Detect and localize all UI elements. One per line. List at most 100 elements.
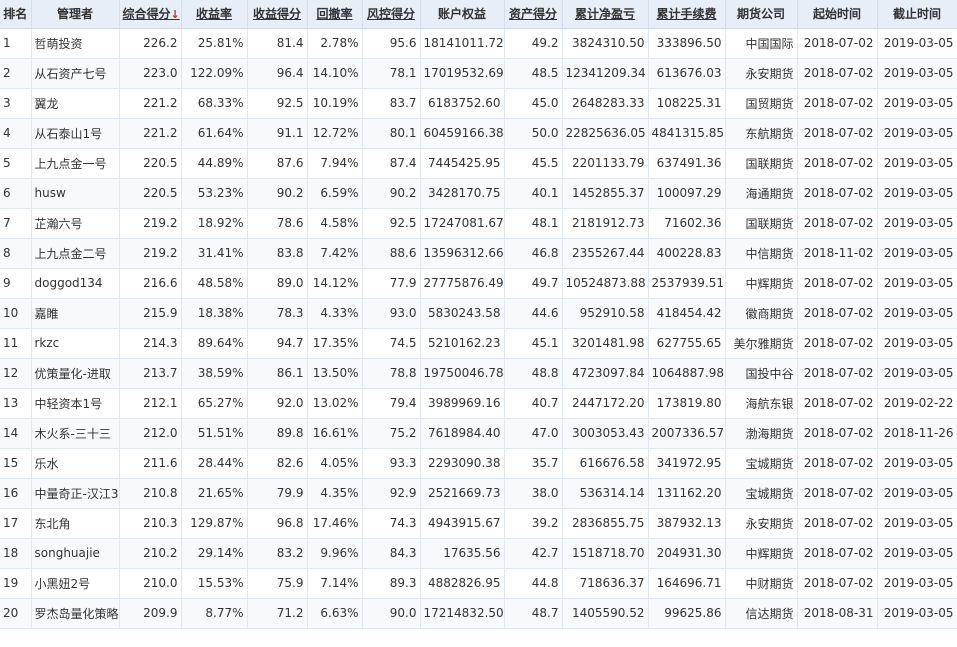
- cell-return-rate: 38.59%: [181, 358, 248, 389]
- cell-return-score: 83.2: [247, 538, 308, 569]
- cell-end: 2019-03-05: [877, 268, 957, 299]
- cell-drawdown: 14.10%: [307, 58, 363, 89]
- cell-net-pnl: 2836855.75: [562, 508, 649, 539]
- cell-composite: 211.6: [119, 448, 182, 479]
- cell-start: 2018-07-02: [797, 508, 878, 539]
- cell-manager: songhuajie: [31, 538, 120, 569]
- cell-drawdown: 2.78%: [307, 28, 363, 59]
- cell-start: 2018-07-02: [797, 388, 878, 419]
- cell-net-pnl: 3201481.98: [562, 328, 649, 359]
- cell-return-score: 92.0: [247, 388, 308, 419]
- table-row: 10 嘉睢 215.9 18.38% 78.3 4.33% 93.0 5830243.58 44…: [0, 298, 957, 329]
- cell-asset-score: 45.0: [504, 88, 563, 119]
- column-header-equity: 账户权益: [420, 0, 505, 29]
- cell-start: 2018-07-02: [797, 58, 878, 89]
- cell-drawdown: 9.96%: [307, 538, 363, 569]
- cell-return-score: 89.0: [247, 268, 308, 299]
- cell-rank: 11: [0, 328, 32, 359]
- cell-drawdown: 17.46%: [307, 508, 363, 539]
- column-header-composite[interactable]: 综合得分↓: [119, 0, 182, 29]
- cell-net-pnl: 3824310.50: [562, 28, 649, 59]
- cell-return-rate: 21.65%: [181, 478, 248, 509]
- cell-composite: 219.2: [119, 208, 182, 239]
- cell-net-pnl: 1452855.37: [562, 178, 649, 209]
- cell-equity: 7445425.95: [420, 148, 505, 179]
- cell-end: 2019-03-05: [877, 58, 957, 89]
- column-header-return-score[interactable]: 收益得分: [247, 0, 308, 29]
- cell-net-pnl: 12341209.34: [562, 58, 649, 89]
- cell-end: 2019-03-05: [877, 178, 957, 209]
- cell-return-rate: 31.41%: [181, 238, 248, 269]
- column-header-label: 风控得分: [366, 7, 415, 22]
- cell-fees: 204931.30: [648, 538, 726, 569]
- cell-start: 2018-07-02: [797, 178, 878, 209]
- cell-company: 永安期货: [725, 58, 798, 89]
- cell-rank: 1: [0, 28, 32, 59]
- cell-end: 2019-03-05: [877, 598, 957, 629]
- column-header-label: 资产得分: [508, 7, 557, 22]
- cell-start: 2018-07-02: [797, 268, 878, 299]
- column-header-fees[interactable]: 累计手续费: [648, 0, 726, 29]
- column-header-net-pnl[interactable]: 累计净盈亏: [562, 0, 649, 29]
- cell-equity: 6183752.60: [420, 88, 505, 119]
- cell-fees: 2537939.51: [648, 268, 726, 299]
- table-row: 12 优策量化-进取 213.7 38.59% 86.1 13.50% 78.8 197500…: [0, 358, 957, 389]
- cell-asset-score: 40.7: [504, 388, 563, 419]
- cell-manager: 罗杰岛量化策略: [31, 598, 120, 629]
- cell-risk-score: 93.0: [362, 298, 421, 329]
- cell-start: 2018-07-02: [797, 478, 878, 509]
- table-row: 7 芷瀚六号 219.2 18.92% 78.6 4.58% 92.5 17247081.67…: [0, 208, 957, 239]
- cell-fees: 2007336.57: [648, 418, 726, 449]
- cell-rank: 2: [0, 58, 32, 89]
- cell-return-rate: 28.44%: [181, 448, 248, 479]
- column-header-end: 截止时间: [877, 0, 957, 29]
- cell-net-pnl: 1405590.52: [562, 598, 649, 629]
- table-row: 18 songhuajie 210.2 29.14% 83.2 9.96% 84.3 1763…: [0, 538, 957, 569]
- cell-asset-score: 44.8: [504, 568, 563, 599]
- cell-drawdown: 14.12%: [307, 268, 363, 299]
- cell-company: 中信期货: [725, 238, 798, 269]
- cell-fees: 71602.36: [648, 208, 726, 239]
- cell-risk-score: 84.3: [362, 538, 421, 569]
- column-header-risk-score[interactable]: 风控得分: [362, 0, 421, 29]
- column-header-return-rate[interactable]: 收益率: [181, 0, 248, 29]
- cell-drawdown: 4.35%: [307, 478, 363, 509]
- cell-drawdown: 7.94%: [307, 148, 363, 179]
- cell-drawdown: 4.33%: [307, 298, 363, 329]
- table-row: 13 中轻资本1号 212.1 65.27% 92.0 13.02% 79.4 3989969…: [0, 388, 957, 419]
- column-header-asset-score[interactable]: 资产得分: [504, 0, 563, 29]
- cell-fees: 418454.42: [648, 298, 726, 329]
- cell-return-score: 75.9: [247, 568, 308, 599]
- cell-end: 2019-03-05: [877, 148, 957, 179]
- cell-end: 2018-11-26: [877, 418, 957, 449]
- cell-composite: 221.2: [119, 118, 182, 149]
- cell-return-rate: 18.92%: [181, 208, 248, 239]
- table-row: 19 小黑妞2号 210.0 15.53% 75.9 7.14% 89.3 4882826.9…: [0, 568, 957, 599]
- cell-composite: 223.0: [119, 58, 182, 89]
- cell-drawdown: 4.05%: [307, 448, 363, 479]
- column-header-drawdown[interactable]: 回撤率: [307, 0, 363, 29]
- cell-rank: 9: [0, 268, 32, 299]
- cell-return-rate: 44.89%: [181, 148, 248, 179]
- cell-asset-score: 48.1: [504, 208, 563, 239]
- cell-company: 国贸期货: [725, 88, 798, 119]
- cell-asset-score: 38.0: [504, 478, 563, 509]
- cell-composite: 210.2: [119, 538, 182, 569]
- cell-fees: 100097.29: [648, 178, 726, 209]
- cell-risk-score: 74.3: [362, 508, 421, 539]
- cell-equity: 17635.56: [420, 538, 505, 569]
- cell-equity: 19750046.78: [420, 358, 505, 389]
- cell-net-pnl: 22825636.05: [562, 118, 649, 149]
- cell-return-score: 78.6: [247, 208, 308, 239]
- cell-composite: 215.9: [119, 298, 182, 329]
- cell-asset-score: 40.1: [504, 178, 563, 209]
- cell-fees: 341972.95: [648, 448, 726, 479]
- cell-equity: 2521669.73: [420, 478, 505, 509]
- cell-net-pnl: 536314.14: [562, 478, 649, 509]
- column-header-label: 综合得分: [122, 7, 171, 22]
- cell-risk-score: 80.1: [362, 118, 421, 149]
- cell-asset-score: 46.8: [504, 238, 563, 269]
- cell-composite: 220.5: [119, 178, 182, 209]
- cell-end: 2019-03-05: [877, 88, 957, 119]
- cell-rank: 3: [0, 88, 32, 119]
